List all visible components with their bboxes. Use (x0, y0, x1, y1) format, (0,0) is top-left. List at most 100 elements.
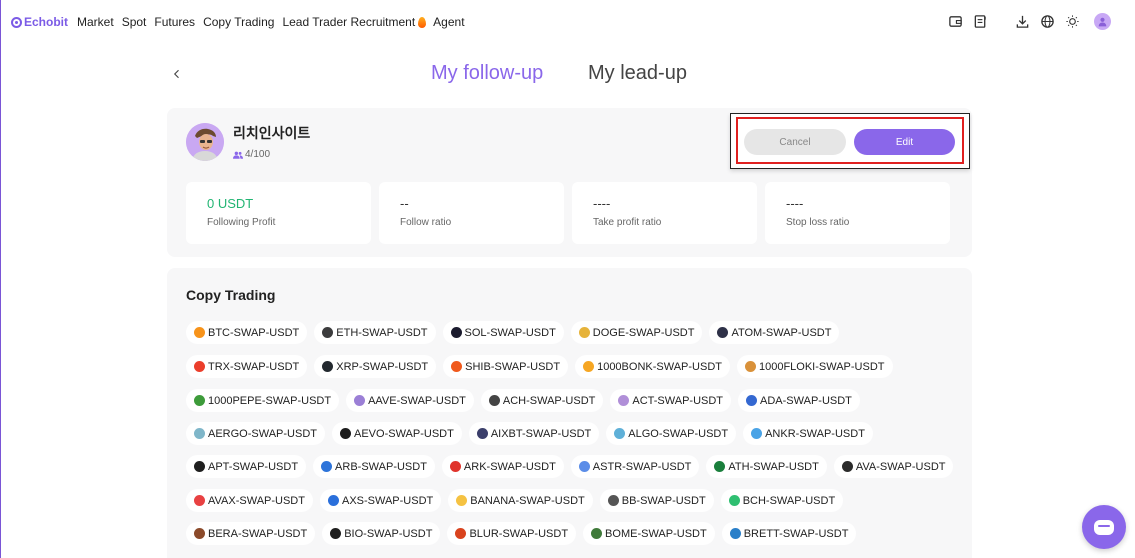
pair-tag[interactable]: BTC-SWAP-USDT (186, 321, 308, 344)
theme-icon-wrap[interactable] (1064, 13, 1080, 29)
orders-icon[interactable] (972, 13, 988, 29)
pair-label: BTC-SWAP-USDT (208, 326, 300, 339)
nav-spot[interactable]: Spot (122, 15, 147, 29)
pair-tag[interactable]: BOME-SWAP-USDT (583, 522, 715, 545)
pair-tag[interactable]: BRETT-SWAP-USDT (721, 522, 857, 545)
coin-icon (450, 327, 462, 338)
nav-agent[interactable]: Agent (433, 15, 464, 29)
pair-tag[interactable]: 1000FLOKI-SWAP-USDT (736, 355, 893, 378)
coin-icon (194, 428, 205, 439)
wallet-icon-wrap[interactable] (947, 13, 963, 29)
coin-icon (194, 528, 205, 539)
pair-tag[interactable]: ACH-SWAP-USDT (480, 389, 604, 412)
pair-tag[interactable]: AAVE-SWAP-USDT (346, 389, 474, 412)
coin-icon (476, 428, 488, 439)
user-menu[interactable] (1094, 13, 1111, 30)
cancel-button[interactable]: Cancel (744, 129, 846, 155)
pair-tag[interactable]: ANKR-SWAP-USDT (743, 422, 873, 445)
brand-logo[interactable]: Echobit (11, 15, 68, 29)
pair-label: AEVO-SWAP-USDT (354, 427, 454, 440)
pair-tag[interactable]: ASTR-SWAP-USDT (570, 455, 700, 478)
download-icon[interactable] (1014, 13, 1030, 29)
pair-tag[interactable]: APT-SWAP-USDT (186, 455, 307, 478)
pair-label: ATOM-SWAP-USDT (731, 326, 832, 339)
pair-tag[interactable]: BANANA-SWAP-USDT (448, 489, 593, 512)
pair-row: AERGO-SWAP-USDT AEVO-SWAP-USDT AIXBT-SWAP-… (186, 422, 873, 445)
wallet-icon[interactable] (947, 13, 963, 29)
globe-icon[interactable] (1039, 13, 1055, 29)
pair-label: BANANA-SWAP-USDT (470, 494, 585, 507)
pair-tag[interactable]: BCH-SWAP-USDT (720, 489, 844, 512)
pair-tag[interactable]: ATH-SWAP-USDT (706, 455, 827, 478)
flame-icon (418, 16, 427, 28)
follower-count-value: 4/100 (245, 149, 271, 160)
back-button[interactable] (167, 64, 187, 84)
coin-icon (340, 428, 351, 439)
pair-tag[interactable]: AIXBT-SWAP-USDT (468, 422, 600, 445)
nav-futures[interactable]: Futures (154, 15, 195, 29)
coin-icon (578, 461, 590, 472)
pair-tag[interactable]: AERGO-SWAP-USDT (186, 422, 325, 445)
globe-icon-wrap[interactable] (1039, 13, 1055, 29)
pair-label: BIO-SWAP-USDT (344, 527, 433, 540)
pair-tag[interactable]: SOL-SWAP-USDT (442, 321, 564, 344)
pair-tag[interactable]: ETH-SWAP-USDT (314, 321, 436, 344)
coin-icon (327, 495, 339, 506)
stat-label: Stop loss ratio (786, 217, 850, 228)
pair-tag[interactable]: ACT-SWAP-USDT (610, 389, 732, 412)
sun-icon[interactable] (1064, 13, 1080, 29)
pair-tag[interactable]: ALGO-SWAP-USDT (606, 422, 737, 445)
pair-tag[interactable]: SHIB-SWAP-USDT (443, 355, 569, 378)
pair-tag[interactable]: ARB-SWAP-USDT (313, 455, 435, 478)
nav-copy-trading[interactable]: Copy Trading (203, 15, 274, 29)
coin-icon (451, 361, 463, 372)
nav-market[interactable]: Market (77, 15, 114, 29)
pair-tag[interactable]: AEVO-SWAP-USDT (332, 422, 462, 445)
pair-tag[interactable]: AVA-SWAP-USDT (833, 455, 954, 478)
pair-tag[interactable]: XRP-SWAP-USDT (314, 355, 437, 378)
user-avatar-icon[interactable] (1094, 13, 1111, 30)
coin-icon (744, 361, 756, 372)
coin-icon (488, 395, 500, 406)
coin-icon (614, 428, 626, 439)
pair-label: 1000PEPE-SWAP-USDT (208, 394, 332, 407)
stat-value: ---- (786, 196, 804, 211)
coin-icon (717, 327, 729, 338)
download-icon-wrap[interactable] (1014, 13, 1030, 29)
stat-take-profit-ratio: ---- Take profit ratio (572, 182, 757, 244)
pair-label: BCH-SWAP-USDT (742, 494, 836, 507)
coin-icon (841, 461, 853, 472)
coin-icon (578, 327, 590, 338)
pair-label: ARB-SWAP-USDT (335, 460, 427, 473)
coin-icon (449, 461, 461, 472)
chat-button[interactable] (1082, 505, 1126, 549)
pair-row: APT-SWAP-USDT ARB-SWAP-USDT ARK-SWAP-USDT A… (186, 455, 954, 478)
nav-lead-trader-recruitment[interactable]: Lead Trader Recruitment (282, 15, 415, 29)
trader-name: 리치인사이트 (233, 126, 311, 142)
pair-tag[interactable]: 1000BONK-SWAP-USDT (575, 355, 730, 378)
pair-tag[interactable]: BIO-SWAP-USDT (322, 522, 441, 545)
pair-tag[interactable]: TRX-SWAP-USDT (186, 355, 308, 378)
tab-my-lead-up[interactable]: My lead-up (588, 62, 687, 85)
coin-icon (583, 361, 595, 372)
pair-tag[interactable]: BERA-SWAP-USDT (186, 522, 316, 545)
edit-button[interactable]: Edit (854, 129, 955, 155)
pair-label: ADA-SWAP-USDT (760, 394, 852, 407)
stat-label: Follow ratio (400, 217, 452, 228)
stat-label: Take profit ratio (593, 217, 662, 228)
pair-tag[interactable]: AVAX-SWAP-USDT (186, 489, 313, 512)
pair-tag[interactable]: BLUR-SWAP-USDT (447, 522, 577, 545)
pair-tag[interactable]: DOGE-SWAP-USDT (570, 321, 703, 344)
pair-row: BTC-SWAP-USDT ETH-SWAP-USDT SOL-SWAP-USDT D… (186, 321, 840, 344)
pair-tag[interactable]: AXS-SWAP-USDT (319, 489, 442, 512)
stats-row: 0 USDT Following Profit -- Follow ratio … (186, 182, 950, 244)
pair-tag[interactable]: 1000PEPE-SWAP-USDT (186, 389, 340, 412)
tab-my-follow-up[interactable]: My follow-up (431, 62, 543, 85)
pair-tag[interactable]: BB-SWAP-USDT (599, 489, 714, 512)
pair-tag[interactable]: ATOM-SWAP-USDT (709, 321, 840, 344)
pair-tag[interactable]: ADA-SWAP-USDT (738, 389, 860, 412)
pair-row: TRX-SWAP-USDT XRP-SWAP-USDT SHIB-SWAP-USDT… (186, 355, 893, 378)
coin-icon (194, 327, 205, 338)
orders-icon-wrap[interactable] (972, 13, 988, 29)
pair-tag[interactable]: ARK-SWAP-USDT (441, 455, 564, 478)
